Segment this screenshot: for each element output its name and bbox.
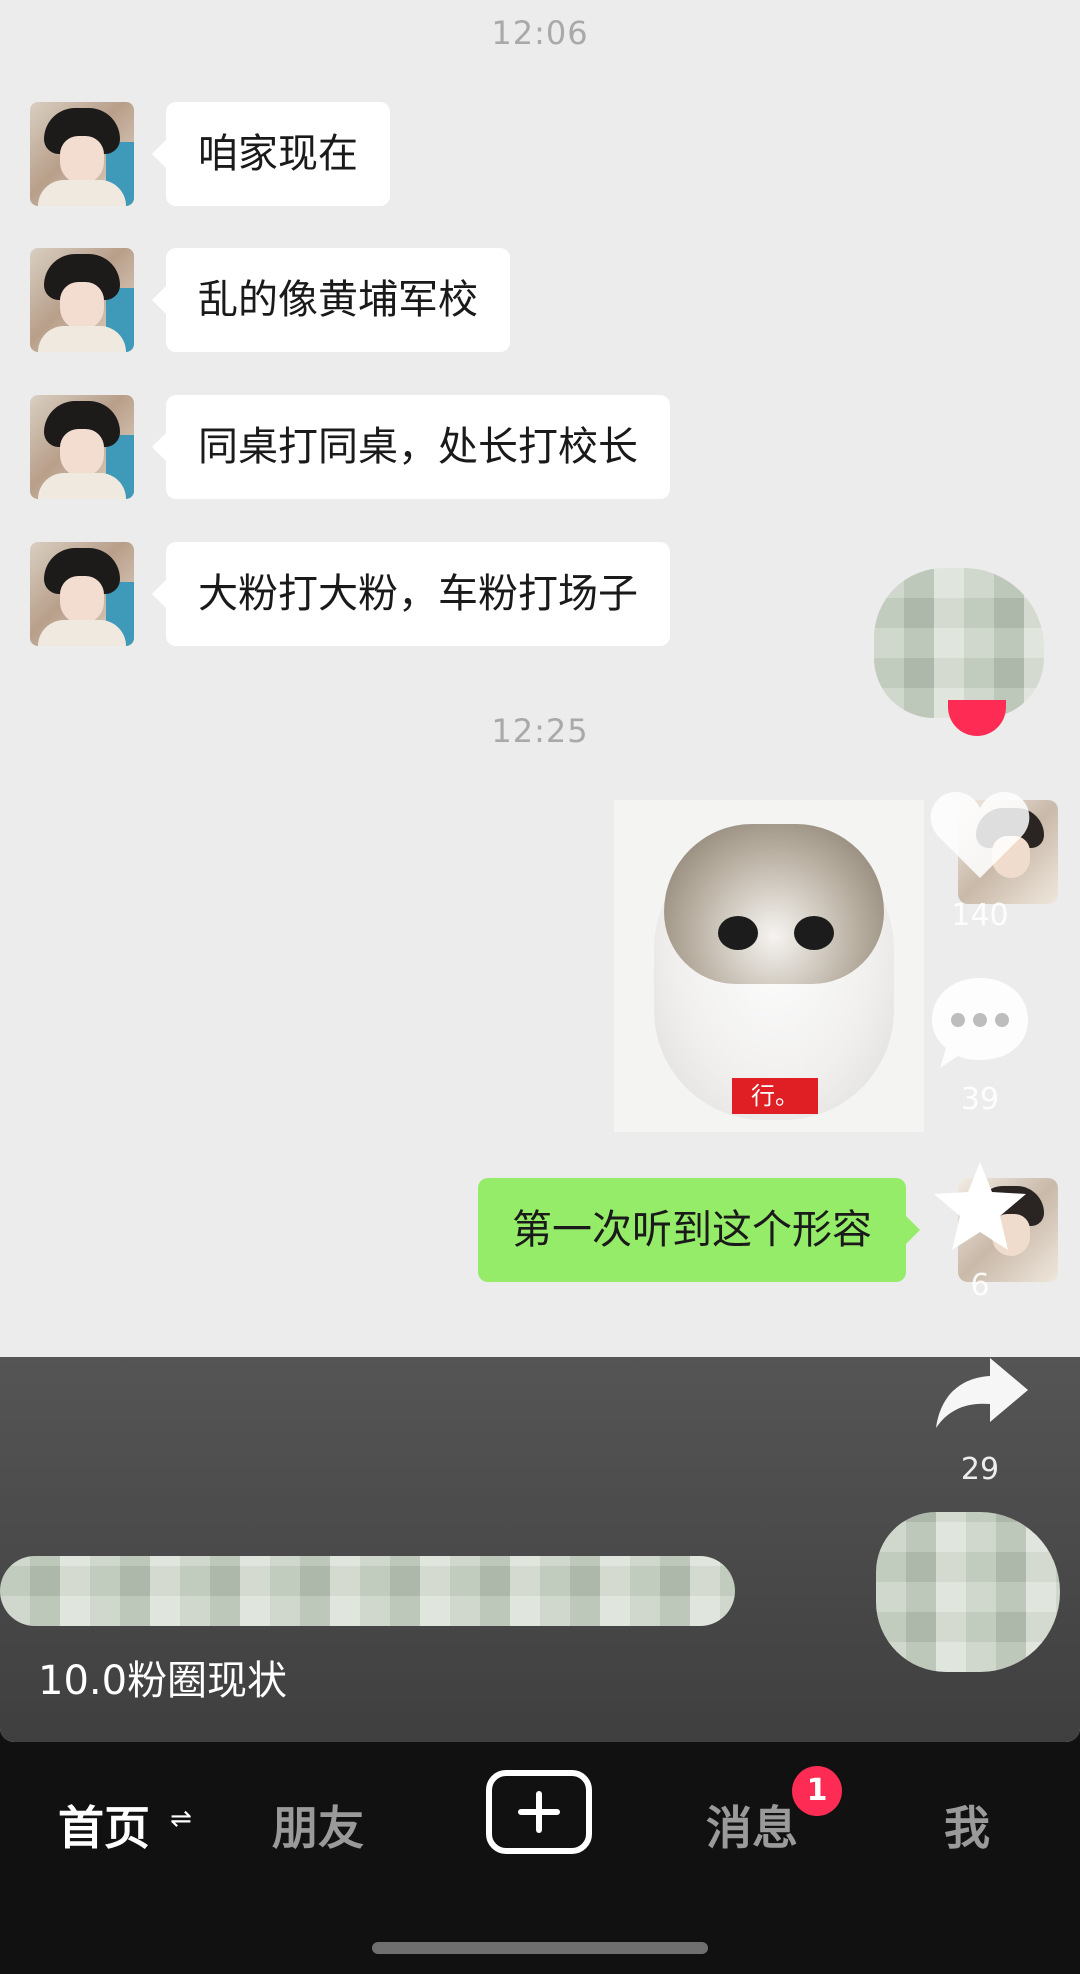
author-name[interactable]: [0, 1556, 735, 1626]
chat-timestamp: 12:06: [491, 14, 589, 52]
bottom-nav: 首页 ⇌ 朋友 消息 1 我: [0, 1742, 1080, 1974]
comment-count: 39: [960, 1082, 1000, 1117]
heart-icon[interactable]: [928, 788, 1032, 884]
nav-messages[interactable]: 消息: [706, 1792, 798, 1858]
plus-icon[interactable]: [486, 1770, 592, 1854]
nav-me[interactable]: 我: [944, 1792, 990, 1858]
share-count: 29: [960, 1452, 1000, 1487]
swap-icon[interactable]: ⇌: [170, 1804, 192, 1834]
chat-bubble-right: 第一次听到这个形容: [478, 1178, 920, 1282]
like-count: 140: [951, 898, 1009, 933]
cat-sticker: 行。: [614, 800, 924, 1132]
favorite-count: 6: [970, 1268, 990, 1303]
nav-home[interactable]: 首页: [58, 1792, 150, 1858]
avatar: [30, 395, 134, 499]
nav-friends[interactable]: 朋友: [272, 1792, 364, 1858]
sticker-label: 行。: [732, 1078, 818, 1114]
chat-bubble-left: 乱的像黄埔军校: [152, 248, 510, 352]
video-frame[interactable]: 12:06 咱家现在 乱的像黄埔军校 同桌打同桌，处长打校长 大粉打大粉，车粉打…: [0, 0, 1080, 1742]
music-disc-icon[interactable]: [876, 1512, 1060, 1672]
chat-timestamp: 12:25: [491, 712, 589, 750]
share-icon[interactable]: [932, 1354, 1032, 1430]
chat-bubble-left: 同桌打同桌，处长打校长: [152, 395, 670, 499]
chat-bubble-left: 大粉打大粉，车粉打场子: [152, 542, 670, 646]
comment-icon[interactable]: [928, 972, 1032, 1072]
avatar: [30, 248, 134, 352]
star-icon[interactable]: [930, 1158, 1030, 1254]
video-caption[interactable]: 10.0粉圈现状: [38, 1648, 287, 1706]
avatar: [30, 102, 134, 206]
chat-bubble-left: 咱家现在: [152, 102, 390, 206]
home-indicator[interactable]: [372, 1942, 708, 1954]
author-avatar[interactable]: [874, 568, 1044, 718]
messages-badge: 1: [792, 1766, 842, 1816]
avatar: [30, 542, 134, 646]
